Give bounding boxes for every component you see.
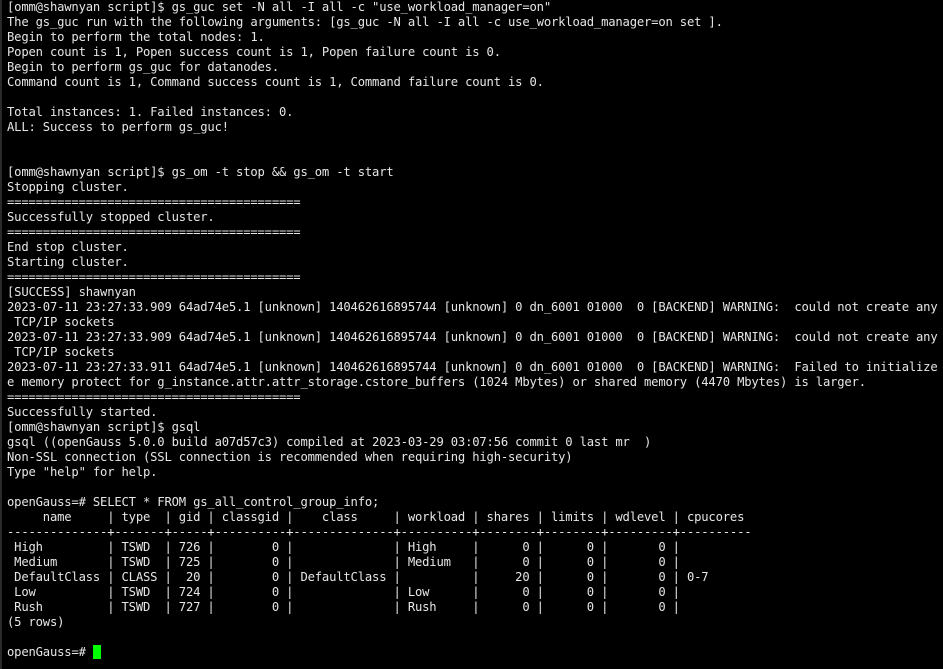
terminal-line: Begin to perform the total nodes: 1. (7, 30, 265, 44)
terminal-line: (5 rows) (7, 615, 65, 629)
terminal-line: Starting cluster. (7, 255, 129, 269)
terminal-line: ALL: Success to perform gs_guc! (7, 120, 229, 134)
terminal-line: End stop cluster. (7, 240, 129, 254)
terminal-line: Successfully stopped cluster. (7, 210, 215, 224)
terminal-line: 2023-07-11 23:27:33.911 64ad74e5.1 [unkn… (7, 360, 943, 374)
terminal-line: [omm@shawnyan script]$ gs_om -t stop && … (7, 165, 394, 179)
terminal-line: High | TSWD | 726 | 0 | | High | 0 | 0 |… (7, 540, 680, 554)
terminal-line: openGauss=# SELECT * FROM gs_all_control… (7, 495, 380, 509)
terminal-line: Total instances: 1. Failed instances: 0. (7, 105, 294, 119)
terminal-line: Begin to perform gs_guc for datanodes. (7, 60, 279, 74)
terminal-line: Low | TSWD | 724 | 0 | | Low | 0 | 0 | 0… (7, 585, 680, 599)
terminal-line: 2023-07-11 23:27:33.909 64ad74e5.1 [unkn… (7, 300, 943, 314)
terminal-line: [SUCCESS] shawnyan (7, 285, 136, 299)
terminal-line: ========================================… (7, 390, 301, 404)
terminal-window[interactable]: [omm@shawnyan script]$ gs_guc set -N all… (0, 0, 943, 669)
command-prompt-line[interactable]: openGauss=# (7, 645, 943, 660)
terminal-line: Command count is 1, Command success coun… (7, 75, 544, 89)
terminal-output: [omm@shawnyan script]$ gs_guc set -N all… (7, 0, 943, 645)
terminal-line: TCP/IP sockets (7, 315, 115, 329)
terminal-line: Non-SSL connection (SSL connection is re… (7, 450, 573, 464)
terminal-line: Rush | TSWD | 727 | 0 | | Rush | 0 | 0 |… (7, 600, 680, 614)
terminal-line: [omm@shawnyan script]$ gs_guc set -N all… (7, 0, 551, 14)
terminal-line: ========================================… (7, 195, 301, 209)
terminal-line: Popen count is 1, Popen success count is… (7, 45, 501, 59)
cursor-block (92, 645, 101, 659)
terminal-line: ========================================… (7, 270, 301, 284)
terminal-line: Successfully started. (7, 405, 158, 419)
prompt: openGauss=# (7, 645, 93, 659)
terminal-line: Medium | TSWD | 725 | 0 | | Medium | 0 |… (7, 555, 680, 569)
terminal-line: name | type | gid | classgid | class | w… (7, 510, 745, 524)
terminal-line: Type "help" for help. (7, 465, 158, 479)
terminal-line: --------------+-------+-----+----------+… (7, 525, 752, 539)
terminal-line: [omm@shawnyan script]$ gsql (7, 420, 201, 434)
terminal-line: Stopping cluster. (7, 180, 129, 194)
terminal-line: gsql ((openGauss 5.0.0 build a07d57c3) c… (7, 435, 652, 449)
terminal-line: DefaultClass | CLASS | 20 | 0 | DefaultC… (7, 570, 709, 584)
terminal-line: ========================================… (7, 225, 301, 239)
terminal-line: e memory protect for g_instance.attr.att… (7, 375, 866, 389)
terminal-line: The gs_guc run with the following argume… (7, 15, 723, 29)
terminal-line: 2023-07-11 23:27:33.909 64ad74e5.1 [unkn… (7, 330, 943, 344)
terminal-line: TCP/IP sockets (7, 345, 115, 359)
